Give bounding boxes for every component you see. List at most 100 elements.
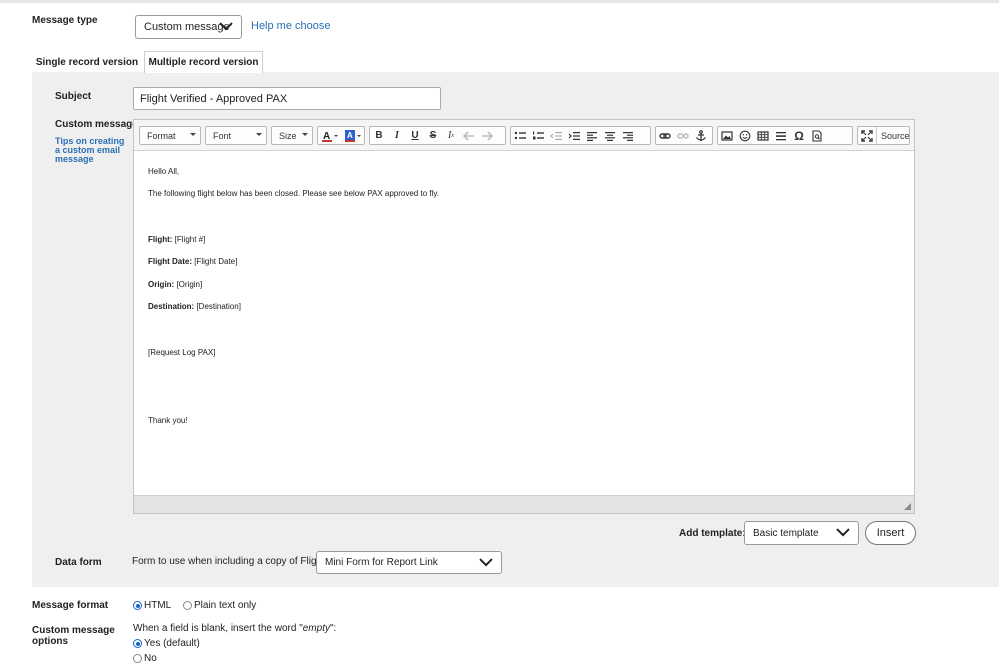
remove-format-icon[interactable]: Ix: [442, 127, 460, 144]
question-word: empty: [302, 623, 330, 634]
editor-toolbar: Format Font Size A A B I U S Ix Ω Source: [134, 120, 914, 151]
question-prefix: When a field is blank, insert the word ": [133, 623, 303, 634]
blank-no-label: No: [144, 653, 157, 664]
links-group: [655, 126, 713, 145]
undo-icon[interactable]: [460, 127, 478, 144]
flight-date-field-label: Flight Date:: [148, 257, 192, 266]
blank-no-radio[interactable]: No: [133, 653, 157, 664]
destination-field-label: Destination:: [148, 302, 195, 311]
destination-line: Destination: [Destination]: [148, 302, 241, 311]
unlink-icon[interactable]: [674, 127, 692, 144]
insert-group: Ω: [717, 126, 853, 145]
horizontal-line-icon[interactable]: [772, 127, 790, 144]
numbered-list-icon[interactable]: [529, 127, 547, 144]
chevron-down-icon: [479, 557, 493, 566]
chevron-down-icon: [219, 22, 233, 31]
add-template-label: Add template:: [679, 528, 746, 539]
radio-unselected-icon: [133, 654, 142, 663]
blank-yes-radio[interactable]: Yes (default): [133, 638, 200, 649]
help-me-choose-link[interactable]: Help me choose: [251, 20, 331, 32]
tools-group: Source: [857, 126, 910, 145]
format-combo-label: Format: [147, 130, 176, 141]
dropdown-arrow-icon: [256, 133, 262, 136]
maximize-icon[interactable]: [858, 127, 876, 144]
template-select-value: Basic template: [753, 527, 819, 539]
data-form-prompt: Form to use when including a copy of Fli…: [132, 556, 328, 567]
format-combo[interactable]: Format: [139, 126, 201, 145]
image-icon[interactable]: [718, 127, 736, 144]
smiley-icon[interactable]: [736, 127, 754, 144]
decrease-indent-icon[interactable]: [547, 127, 565, 144]
template-select[interactable]: Basic template: [744, 521, 859, 545]
svg-text:A: A: [347, 131, 353, 140]
chevron-down-icon: [836, 528, 850, 537]
preview-icon[interactable]: [808, 127, 826, 144]
data-form-label: Data form: [55, 557, 102, 568]
format-plain-text-radio[interactable]: Plain text only: [183, 600, 256, 611]
greeting-text: Hello All,: [148, 167, 180, 176]
intro-text: The following flight below has been clos…: [148, 189, 439, 198]
underline-icon[interactable]: U: [406, 127, 424, 144]
origin-line: Origin: [Origin]: [148, 280, 202, 289]
increase-indent-icon[interactable]: [565, 127, 583, 144]
insert-template-button[interactable]: Insert: [865, 521, 916, 545]
text-color-icon[interactable]: A: [318, 127, 341, 144]
top-border: [0, 0, 999, 3]
italic-icon[interactable]: I: [388, 127, 406, 144]
tab-multiple-record[interactable]: Multiple record version: [144, 51, 263, 73]
dropdown-arrow-icon: [190, 133, 196, 136]
size-combo-label: Size: [279, 130, 297, 141]
message-type-value: Custom message: [144, 21, 230, 33]
special-char-icon[interactable]: Ω: [790, 127, 808, 144]
format-html-radio[interactable]: HTML: [133, 600, 171, 611]
format-plain-text-label: Plain text only: [194, 600, 257, 611]
blank-field-question: When a field is blank, insert the word "…: [133, 623, 336, 634]
destination-field-value: [Destination]: [194, 302, 241, 311]
bold-icon[interactable]: B: [370, 127, 388, 144]
align-right-icon[interactable]: [619, 127, 637, 144]
flight-field-value: [Flight #]: [172, 235, 206, 244]
rich-text-editor: Format Font Size A A B I U S Ix Ω Source…: [133, 119, 915, 514]
size-combo[interactable]: Size: [271, 126, 313, 145]
font-combo[interactable]: Font: [205, 126, 267, 145]
paragraph-group: [510, 126, 651, 145]
tab-single-record[interactable]: Single record version: [34, 51, 140, 73]
strikethrough-icon[interactable]: S: [424, 127, 442, 144]
flight-date-line: Flight Date: [Flight Date]: [148, 257, 237, 266]
radio-selected-icon: [133, 639, 142, 648]
source-button[interactable]: Source: [877, 127, 910, 144]
anchor-icon[interactable]: [692, 127, 710, 144]
resize-handle-icon[interactable]: [904, 503, 911, 510]
question-suffix: ":: [329, 623, 337, 634]
blank-yes-label: Yes (default): [144, 638, 200, 649]
message-format-label: Message format: [32, 600, 109, 611]
link-icon[interactable]: [656, 127, 674, 144]
origin-field-label: Origin:: [148, 280, 175, 289]
subject-input[interactable]: Flight Verified - Approved PAX: [133, 87, 441, 110]
bulleted-list-icon[interactable]: [511, 127, 529, 144]
tips-custom-email-link[interactable]: Tips on creating a custom email message: [55, 137, 129, 164]
basic-styles-group: B I U S Ix: [369, 126, 506, 145]
flight-field-label: Flight:: [148, 235, 173, 244]
data-form-select[interactable]: Mini Form for Report Link: [316, 551, 502, 574]
custom-options-label: Custom message options: [32, 625, 115, 647]
table-icon[interactable]: [754, 127, 772, 144]
font-combo-label: Font: [213, 130, 232, 141]
flight-date-field-value: [Flight Date]: [192, 257, 238, 266]
editor-status-bar: [134, 495, 914, 513]
source-label: Source: [881, 130, 910, 141]
message-type-label: Message type: [32, 15, 98, 26]
radio-selected-icon: [133, 601, 142, 610]
background-color-icon[interactable]: A: [341, 127, 364, 144]
message-type-select[interactable]: Custom message: [135, 15, 242, 39]
align-left-icon[interactable]: [583, 127, 601, 144]
dropdown-arrow-icon: [302, 133, 308, 136]
color-group: A A: [317, 126, 365, 145]
redo-icon[interactable]: [478, 127, 496, 144]
radio-unselected-icon: [183, 601, 192, 610]
align-center-icon[interactable]: [601, 127, 619, 144]
closing-text: Thank you!: [148, 416, 188, 425]
request-log-text: [Request Log PAX]: [148, 348, 216, 357]
format-html-label: HTML: [144, 600, 172, 611]
origin-field-value: [Origin]: [174, 280, 203, 289]
